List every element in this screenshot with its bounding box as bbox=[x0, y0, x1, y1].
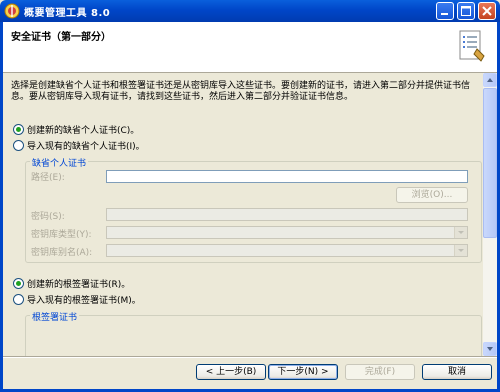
keystore-alias-label: 密钥库别名(A): bbox=[31, 248, 93, 258]
wizard-document-icon bbox=[457, 27, 487, 67]
personal-cert-group: 缺省个人证书 路径(E): 浏览(O)... 密码(S): 密钥库类型(Y): … bbox=[25, 156, 482, 263]
path-input[interactable] bbox=[106, 170, 468, 183]
back-button[interactable]: < 上一步(B) bbox=[196, 364, 266, 380]
vertical-scrollbar[interactable] bbox=[483, 73, 497, 356]
minimize-icon bbox=[441, 13, 448, 15]
finish-button[interactable]: 完成(F) bbox=[345, 364, 415, 380]
next-button[interactable]: 下一步(N) > bbox=[268, 364, 338, 380]
option-label: 创建新的根签署证书(R)。 bbox=[27, 280, 131, 290]
keystore-alias-select[interactable] bbox=[106, 244, 468, 257]
password-label: 密码(S): bbox=[31, 212, 65, 222]
close-button[interactable] bbox=[478, 2, 496, 20]
create-personal-cert-option[interactable]: 创建新的缺省个人证书(C)。 bbox=[13, 123, 139, 136]
minimize-button[interactable] bbox=[436, 2, 454, 20]
cancel-button[interactable]: 取消 bbox=[422, 364, 492, 380]
window-title: 概要管理工具 8.0 bbox=[24, 8, 111, 19]
import-personal-cert-option[interactable]: 导入现有的缺省个人证书(I)。 bbox=[13, 139, 145, 152]
wizard-content: 选择是创建缺省个人证书和根签署证书还是从密钥库导入这些证书。要创建新的证书，请进… bbox=[3, 73, 483, 356]
scroll-thumb[interactable] bbox=[483, 88, 497, 238]
maximize-button[interactable] bbox=[457, 2, 475, 20]
radio-button[interactable] bbox=[13, 278, 24, 289]
group-legend: 缺省个人证书 bbox=[30, 156, 89, 169]
maximize-icon bbox=[461, 6, 471, 16]
password-input[interactable] bbox=[106, 208, 468, 221]
description-text: 选择是创建缺省个人证书和根签署证书还是从密钥库导入这些证书。要创建新的证书，请进… bbox=[11, 81, 471, 102]
group-legend: 根签署证书 bbox=[30, 310, 80, 323]
browse-button[interactable]: 浏览(O)... bbox=[396, 187, 468, 203]
chevron-down-icon bbox=[454, 245, 467, 256]
close-icon bbox=[482, 6, 492, 16]
keystore-type-label: 密钥库类型(Y): bbox=[31, 230, 92, 240]
wizard-header: 安全证书（第一部分） bbox=[3, 22, 497, 73]
option-label: 导入现有的缺省个人证书(I)。 bbox=[27, 142, 145, 152]
option-label: 导入现有的根签署证书(M)。 bbox=[27, 296, 141, 306]
chevron-down-icon bbox=[454, 227, 467, 238]
footer-separator bbox=[3, 356, 497, 358]
page-title: 安全证书（第一部分） bbox=[11, 32, 111, 43]
path-label: 路径(E): bbox=[31, 173, 65, 183]
scroll-up-button[interactable] bbox=[483, 73, 497, 87]
radio-button[interactable] bbox=[13, 140, 24, 151]
root-cert-group: 根签署证书 bbox=[25, 310, 482, 356]
option-label: 创建新的缺省个人证书(C)。 bbox=[27, 126, 140, 136]
keystore-type-select[interactable] bbox=[106, 226, 468, 239]
radio-button[interactable] bbox=[13, 294, 24, 305]
scroll-down-button[interactable] bbox=[483, 342, 497, 356]
title-bar[interactable]: 概要管理工具 8.0 bbox=[0, 0, 500, 22]
wizard-window: 概要管理工具 8.0 安全证书（第一部分） 选择是创建缺省个人证书和根签署证书还… bbox=[0, 0, 500, 392]
app-icon bbox=[4, 3, 20, 19]
create-root-cert-option[interactable]: 创建新的根签署证书(R)。 bbox=[13, 277, 130, 290]
import-root-cert-option[interactable]: 导入现有的根签署证书(M)。 bbox=[13, 293, 141, 306]
radio-button[interactable] bbox=[13, 124, 24, 135]
